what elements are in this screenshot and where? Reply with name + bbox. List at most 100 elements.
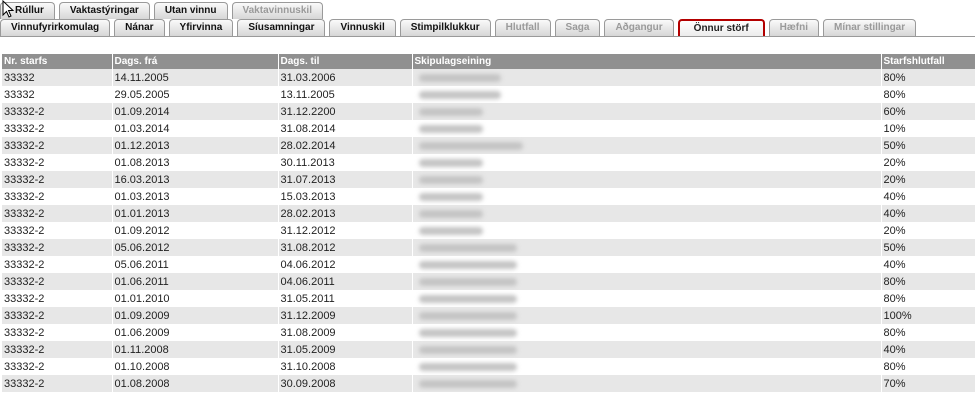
tab-onnur-storf[interactable]: Önnur störf xyxy=(677,19,765,36)
redacted-text xyxy=(418,192,483,201)
cell-date-to: 31.12.2009 xyxy=(278,307,413,324)
table-row[interactable]: 33332 14.11.2005 31.03.2006 80% xyxy=(2,69,975,86)
cell-date-from: 01.08.2008 xyxy=(112,375,279,392)
cell-date-from: 01.09.2009 xyxy=(112,307,279,324)
column-header-org-unit[interactable]: Skipulagseining xyxy=(412,54,882,69)
cell-date-from: 01.11.2008 xyxy=(112,341,279,358)
cell-date-from: 01.08.2013 xyxy=(112,154,279,171)
table-row[interactable]: 33332-2 01.03.2014 31.08.2014 10% xyxy=(2,120,975,137)
cell-org-unit-redacted xyxy=(412,358,882,375)
tab-minar-stillingar[interactable]: Mínar stillingar xyxy=(823,19,917,36)
table-row[interactable]: 33332-2 01.03.2013 15.03.2013 40% xyxy=(2,188,975,205)
table-row[interactable]: 33332-2 01.09.2014 31.12.2200 60% xyxy=(2,103,975,120)
table-row[interactable]: 33332-2 01.09.2009 31.12.2009 100% xyxy=(2,307,975,324)
tab-nanar[interactable]: Nánar xyxy=(114,19,165,36)
cell-date-from: 16.03.2013 xyxy=(112,171,279,188)
tab-row-secondary: Vinnufyrirkomulag Nánar Yfirvinna Síusam… xyxy=(0,19,920,36)
cell-date-from: 14.11.2005 xyxy=(112,69,279,86)
tab-yfirvinna[interactable]: Yfirvinna xyxy=(168,19,234,36)
cell-date-from: 01.09.2014 xyxy=(112,103,279,120)
redacted-text xyxy=(418,90,501,99)
column-header-date-from[interactable]: Dags. frá xyxy=(112,54,279,69)
table-row[interactable]: 33332-2 01.06.2009 31.08.2009 80% xyxy=(2,324,975,341)
table-row[interactable]: 33332-2 01.09.2012 31.12.2012 20% xyxy=(2,222,975,239)
cell-org-unit-redacted xyxy=(412,341,882,358)
cell-job-ratio: 40% xyxy=(881,341,975,358)
table-row[interactable]: 33332-2 01.11.2008 31.05.2009 40% xyxy=(2,341,975,358)
table-row[interactable]: 33332-2 01.10.2008 31.10.2008 80% xyxy=(2,358,975,375)
redacted-text xyxy=(418,260,517,269)
cell-org-unit-redacted xyxy=(412,188,882,205)
table-row[interactable]: 33332-2 01.08.2008 30.09.2008 70% xyxy=(2,375,975,392)
table-row[interactable]: 33332-2 16.03.2013 31.07.2013 20% xyxy=(2,171,975,188)
tab-vaktavinnuskil[interactable]: Vaktavinnuskil xyxy=(231,2,323,19)
redacted-text xyxy=(418,328,517,337)
cell-org-unit-redacted xyxy=(412,273,882,290)
redacted-text xyxy=(418,379,517,388)
cell-date-from: 29.05.2005 xyxy=(112,86,279,103)
cell-org-unit-redacted xyxy=(412,171,882,188)
cell-org-unit-redacted xyxy=(412,86,882,103)
cell-job-ratio: 80% xyxy=(881,86,975,103)
cell-job-number: 33332-2 xyxy=(2,171,113,188)
tab-siusamningar[interactable]: Síusamningar xyxy=(237,19,326,36)
cell-job-number: 33332-2 xyxy=(2,341,113,358)
cell-job-number: 33332-2 xyxy=(2,290,113,307)
tab-vinnuskil[interactable]: Vinnuskil xyxy=(329,19,396,36)
cell-org-unit-redacted xyxy=(412,137,882,154)
cell-date-to: 28.02.2014 xyxy=(278,137,413,154)
cell-date-to: 30.11.2013 xyxy=(278,154,413,171)
cell-date-from: 01.09.2012 xyxy=(112,222,279,239)
cell-org-unit-redacted xyxy=(412,154,882,171)
table-row[interactable]: 33332-2 05.06.2011 04.06.2012 40% xyxy=(2,256,975,273)
column-header-job-number[interactable]: Nr. starfs xyxy=(2,54,113,69)
cell-job-number: 33332 xyxy=(2,86,113,103)
table-row[interactable]: 33332-2 01.08.2013 30.11.2013 20% xyxy=(2,154,975,171)
cell-job-ratio: 50% xyxy=(881,239,975,256)
tab-divider xyxy=(0,36,975,37)
cell-job-ratio: 60% xyxy=(881,103,975,120)
cell-job-number: 33332-2 xyxy=(2,239,113,256)
tab-haefni[interactable]: Hæfni xyxy=(768,19,820,36)
cell-job-number: 33332-2 xyxy=(2,120,113,137)
table-row[interactable]: 33332-2 01.01.2010 31.05.2011 80% xyxy=(2,290,975,307)
redacted-text xyxy=(418,294,517,303)
cell-job-number: 33332-2 xyxy=(2,324,113,341)
tab-vinnufyrirkomulag[interactable]: Vinnufyrirkomulag xyxy=(0,19,111,36)
table-row[interactable]: 33332-2 01.06.2011 04.06.2011 80% xyxy=(2,273,975,290)
table-row[interactable]: 33332-2 01.12.2013 28.02.2014 50% xyxy=(2,137,975,154)
tab-adgangur[interactable]: Aðgangur xyxy=(604,19,674,36)
cell-date-from: 01.01.2013 xyxy=(112,205,279,222)
tab-stimpilklukkur[interactable]: Stimpilklukkur xyxy=(399,19,491,36)
cell-job-ratio: 70% xyxy=(881,375,975,392)
cell-date-to: 30.09.2008 xyxy=(278,375,413,392)
tab-saga[interactable]: Saga xyxy=(554,19,601,36)
cell-job-ratio: 40% xyxy=(881,188,975,205)
cell-org-unit-redacted xyxy=(412,103,882,120)
cell-org-unit-redacted xyxy=(412,256,882,273)
redacted-text xyxy=(418,175,483,184)
cell-date-to: 31.12.2200 xyxy=(278,103,413,120)
table-row[interactable]: 33332-2 05.06.2012 31.08.2012 50% xyxy=(2,239,975,256)
tab-vaktastyringar[interactable]: Vaktastýringar xyxy=(58,2,150,19)
redacted-text xyxy=(418,73,501,82)
cell-job-ratio: 80% xyxy=(881,69,975,86)
redacted-text xyxy=(418,141,523,150)
tab-row-primary: Rúllur Vaktastýringar Utan vinnu Vaktavi… xyxy=(0,2,327,19)
cell-date-from: 01.12.2013 xyxy=(112,137,279,154)
tab-utan-vinnu[interactable]: Utan vinnu xyxy=(153,2,228,19)
cell-date-to: 31.05.2009 xyxy=(278,341,413,358)
column-header-date-to[interactable]: Dags. til xyxy=(278,54,413,69)
tab-hlutfall[interactable]: Hlutfall xyxy=(494,19,551,36)
cell-job-ratio: 80% xyxy=(881,290,975,307)
cell-job-ratio: 10% xyxy=(881,120,975,137)
redacted-text xyxy=(418,345,517,354)
cell-job-number: 33332-2 xyxy=(2,256,113,273)
column-header-job-ratio[interactable]: Starfshlutfall xyxy=(881,54,975,69)
table-row[interactable]: 33332 29.05.2005 13.11.2005 80% xyxy=(2,86,975,103)
cell-date-to: 04.06.2012 xyxy=(278,256,413,273)
cell-date-from: 01.03.2014 xyxy=(112,120,279,137)
cell-org-unit-redacted xyxy=(412,307,882,324)
table-row[interactable]: 33332-2 01.01.2013 28.02.2013 40% xyxy=(2,205,975,222)
cell-org-unit-redacted xyxy=(412,120,882,137)
